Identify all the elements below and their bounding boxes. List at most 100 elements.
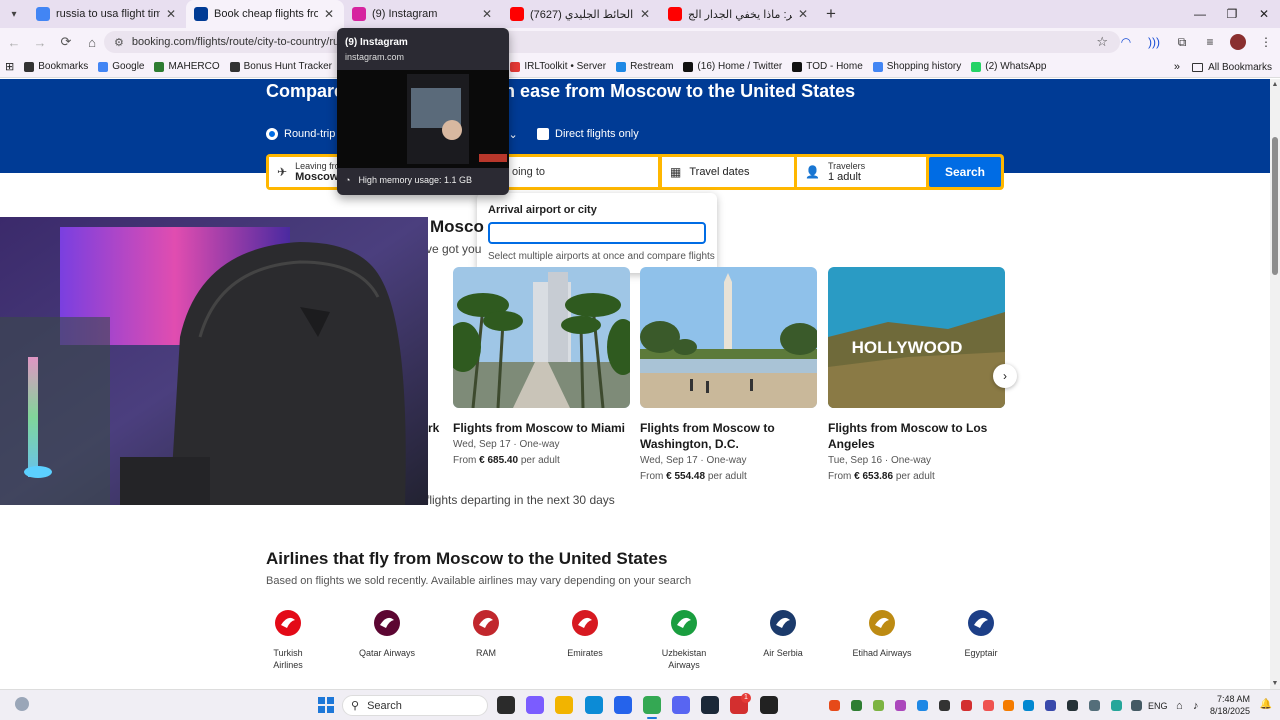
destination-card-los-angeles[interactable]: HOLLYWOOD Flights from Moscow to Los Ang… [828,267,1005,482]
tray-app-icon[interactable] [1131,700,1142,711]
site-info-icon[interactable]: ⚙ [114,36,124,49]
back-button[interactable]: ← [2,30,26,54]
taskbar-clock[interactable]: 7:48 AM 8/18/2025 [1210,693,1250,717]
close-tab-icon[interactable]: ✕ [480,7,494,21]
network-icon[interactable]: ⌂ [1176,690,1183,720]
airline-item[interactable]: Air Serbia [753,607,813,659]
bookmark-item[interactable]: Shopping history [868,61,967,72]
tab-search-chevron-icon[interactable]: ▾ [0,0,28,28]
store-icon[interactable] [614,696,632,714]
bookmark-label: Restream [630,61,674,72]
file-explorer-icon[interactable] [555,696,573,714]
tray-app-icon[interactable] [1023,700,1034,711]
airline-item[interactable]: Egyptair [951,607,1011,659]
taskbar-search[interactable]: ⚲ Search [342,695,488,716]
tray-app-icon[interactable] [961,700,972,711]
reload-button[interactable]: ⟳ [54,30,78,54]
close-tab-icon[interactable]: ✕ [638,7,652,21]
tray-app-icon[interactable] [1111,700,1122,711]
round-trip-option[interactable]: Round-trip [266,128,335,140]
close-tab-icon[interactable]: ✕ [796,7,810,21]
address-bar[interactable]: ⚙ booking.com/flights/route/city-to-coun… [104,31,1120,53]
browser-tab[interactable]: Book cheap flights from Mosco ✕ [186,0,344,28]
media-control-icon[interactable]: ≡ [1196,28,1224,56]
bookmark-star-icon[interactable]: ☆ [1096,34,1108,50]
browser-tab[interactable]: السر الأكبر: ماذا يخفي الجدار الج ✕ [660,0,818,28]
minimize-button[interactable]: — [1184,0,1216,28]
airline-item[interactable]: Uzbekistan Airways [654,607,714,671]
steam-icon[interactable] [701,696,719,714]
browser-tab[interactable]: (7627) ما وراء الحائط الجليدي ✕ [502,0,660,28]
airline-item[interactable]: Qatar Airways [357,607,417,659]
close-tab-icon[interactable]: ✕ [164,7,178,21]
new-tab-button[interactable]: + [818,0,844,28]
discord-icon[interactable] [672,696,690,714]
tray-app-icon[interactable] [1089,700,1100,711]
all-bookmarks-button[interactable]: All Bookmarks [1192,56,1272,78]
carousel-next-button[interactable]: › [993,364,1017,388]
browser-tab[interactable]: (9) Instagram ✕ [344,0,502,28]
menu-kebab-icon[interactable]: ⋮ [1252,28,1280,56]
airline-item[interactable]: Emirates [555,607,615,659]
travelers-field[interactable]: 👤 Travelers 1 adult [797,157,926,187]
tray-app-icon[interactable] [917,700,928,711]
close-window-button[interactable]: ✕ [1248,0,1280,28]
search-button[interactable]: Search [929,157,1001,187]
going-to-field[interactable]: oing to [504,157,658,187]
bookmark-item[interactable]: (2) WhatsApp [966,61,1051,72]
forward-button[interactable]: → [28,30,52,54]
bookmark-item[interactable]: IRLToolkit • Server [505,61,611,72]
profile-avatar[interactable] [1230,34,1246,50]
bookmark-item[interactable]: (16) Home / Twitter [678,61,787,72]
card-date: Wed, Sep 17 · One-way [453,439,560,450]
direct-flights-checkbox[interactable]: Direct flights only [537,128,639,140]
audio-extension-icon[interactable]: ))) [1140,28,1168,56]
bookmark-item[interactable]: MAHERCO [149,61,224,72]
bookmark-item[interactable]: Google [93,61,149,72]
apps-grid-icon[interactable]: ⊞ [0,60,19,73]
bookmark-item[interactable]: Bonus Hunt Tracker [225,61,337,72]
tray-app-icon[interactable] [873,700,884,711]
bookmark-item[interactable]: Bookmarks [19,61,93,72]
notification-bell-icon[interactable]: 🔔 [1260,699,1272,710]
destination-card-washington[interactable]: Flights from Moscow to Washington, D.C. … [640,267,817,482]
scroll-up-icon[interactable]: ▲ [1270,81,1280,88]
language-indicator[interactable]: ENG [1148,690,1168,720]
tray-app-icon[interactable] [1067,700,1078,711]
scroll-down-icon[interactable]: ▼ [1270,680,1280,687]
bookmark-item[interactable]: Restream [611,61,678,72]
airline-item[interactable]: Turkish Airlines [258,607,318,671]
close-tab-icon[interactable]: ✕ [322,7,336,21]
bookmarks-overflow-button[interactable]: » [1174,56,1180,78]
airline-item[interactable]: RAM [456,607,516,659]
arrival-input[interactable] [488,222,706,244]
volume-icon[interactable]: ♪ [1193,690,1199,720]
restore-button[interactable]: ❐ [1216,0,1248,28]
bookmark-item[interactable]: TOD - Home [787,61,868,72]
epic-games-icon[interactable] [760,696,778,714]
travel-dates-field[interactable]: ▦ Travel dates [662,157,794,187]
widgets-icon[interactable] [15,697,29,711]
tray-app-icon[interactable] [851,700,862,711]
tray-app-icon[interactable] [895,700,906,711]
destination-card-miami[interactable]: Flights from Moscow to Miami Wed, Sep 17… [453,267,630,466]
tray-app-icon[interactable] [1045,700,1056,711]
chrome-icon[interactable] [643,696,661,714]
tray-app-icon[interactable] [939,700,950,711]
airline-item[interactable]: Etihad Airways [852,607,912,659]
browser-tab[interactable]: russia to usa flight time - G ✕ [28,0,186,28]
edge-icon[interactable] [585,696,603,714]
home-button[interactable]: ⌂ [80,30,104,54]
start-windows-icon[interactable] [318,697,334,713]
scrollbar-thumb[interactable] [1272,137,1278,275]
task-view-icon[interactable] [497,696,515,714]
tray-app-icon[interactable] [829,700,840,711]
arrival-dropdown: Arrival airport or city Select multiple … [477,193,717,273]
window-controls: — ❐ ✕ [1184,0,1280,28]
tray-app-icon[interactable] [983,700,994,711]
tray-app-icon[interactable] [1003,700,1014,711]
extensions-puzzle-icon[interactable]: ⧉ [1168,28,1196,56]
extension-icon[interactable]: ◠ [1112,28,1140,56]
copilot-icon[interactable] [526,696,544,714]
page-scrollbar[interactable]: ▲ ▼ [1270,79,1280,689]
